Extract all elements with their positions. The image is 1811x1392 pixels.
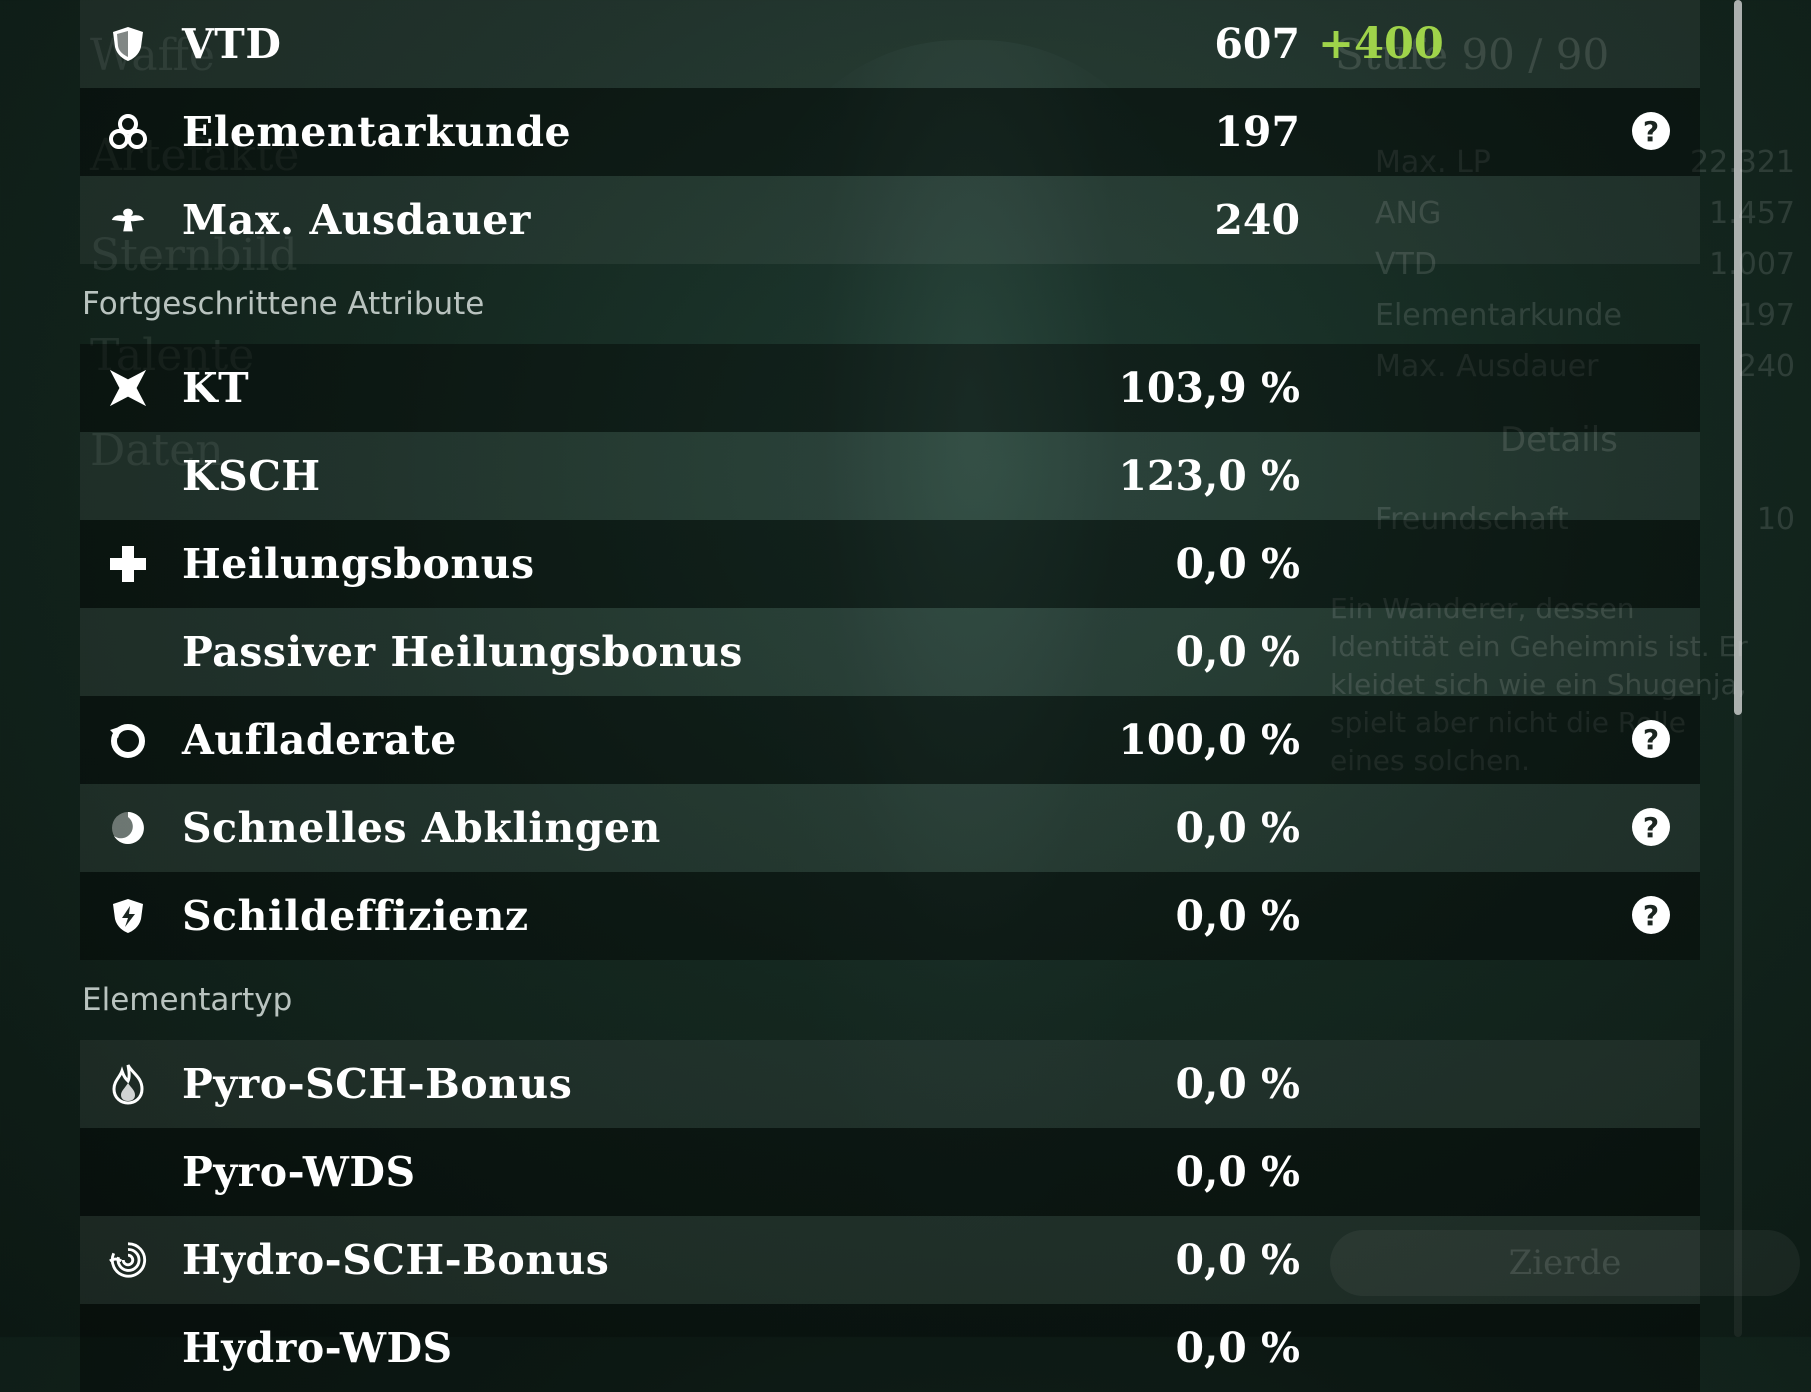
stat-label: Pyro-SCH-Bonus: [182, 1060, 573, 1108]
help-icon[interactable]: ?: [1632, 896, 1670, 934]
stat-label: VTD: [182, 20, 282, 68]
bg-friendship-value: 10: [1756, 502, 1795, 537]
stat-value: 0,0 %: [1175, 804, 1300, 852]
stat-row-def: VTD 607 +400: [80, 0, 1700, 88]
scrollbar[interactable]: [1734, 0, 1742, 1337]
stat-row-hydro-res: Hydro-WDS 0,0 %: [80, 1304, 1700, 1392]
stat-label: Schildeffizienz: [182, 892, 529, 940]
stat-value: 240: [1214, 196, 1300, 244]
stat-value: 0,0 %: [1175, 628, 1300, 676]
stat-row-pyro-dmg: Pyro-SCH-Bonus 0,0 %: [80, 1040, 1700, 1128]
stat-value: 0,0 %: [1175, 1324, 1300, 1372]
bg-stat-value: 1.457: [1709, 196, 1795, 231]
scrollbar-thumb[interactable]: [1734, 0, 1742, 715]
stat-row-crit-rate: KT 103,9 %: [80, 344, 1700, 432]
bg-stat-value: 240: [1737, 349, 1795, 384]
stat-row-healing-bonus: Heilungsbonus 0,0 %: [80, 520, 1700, 608]
bg-stat-value: 1.007: [1709, 247, 1795, 282]
stat-row-pyro-res: Pyro-WDS 0,0 %: [80, 1128, 1700, 1216]
stat-row-energy-recharge: Aufladerate 100,0 % ?: [80, 696, 1700, 784]
hydro-icon: [108, 1240, 148, 1280]
help-icon[interactable]: ?: [1632, 808, 1670, 846]
stat-row-cooldown: Schnelles Abklingen 0,0 % ?: [80, 784, 1700, 872]
stat-bonus: +400: [1318, 19, 1444, 69]
help-icon[interactable]: ?: [1632, 112, 1670, 150]
stat-label: KSCH: [182, 452, 321, 500]
stat-row-elemental-mastery: Elementarkunde 197 ?: [80, 88, 1700, 176]
stat-label: Heilungsbonus: [182, 540, 535, 588]
stat-value: 100,0 %: [1118, 716, 1300, 764]
stat-label: Elementarkunde: [182, 108, 572, 156]
elemental-mastery-icon: [108, 112, 148, 152]
stat-row-shield-strength: Schildeffizienz 0,0 % ?: [80, 872, 1700, 960]
stamina-icon: [108, 200, 148, 240]
help-icon[interactable]: ?: [1632, 720, 1670, 758]
healing-cross-icon: [108, 544, 148, 584]
stat-value: 607: [1214, 20, 1300, 68]
stat-label: Pyro-WDS: [182, 1148, 416, 1196]
stat-value: 0,0 %: [1175, 1060, 1300, 1108]
stat-row-incoming-healing: Passiver Heilungsbonus 0,0 %: [80, 608, 1700, 696]
bg-stat-value: 22.321: [1690, 145, 1795, 180]
stat-value: 0,0 %: [1175, 1236, 1300, 1284]
cooldown-icon: [108, 808, 148, 848]
attribute-list: VTD 607 +400 Elementarkunde 197 ? Max. A…: [80, 0, 1700, 1392]
shield-strength-icon: [108, 896, 148, 936]
shield-icon: [108, 24, 148, 64]
stat-label: Aufladerate: [182, 716, 457, 764]
stat-row-hydro-dmg: Hydro-SCH-Bonus 0,0 %: [80, 1216, 1700, 1304]
stat-value: 197: [1214, 108, 1300, 156]
stat-label: Schnelles Abklingen: [182, 804, 661, 852]
crit-icon: [108, 368, 148, 408]
pyro-icon: [108, 1064, 148, 1105]
stat-label: Hydro-SCH-Bonus: [182, 1236, 610, 1284]
stat-label: Passiver Heilungsbonus: [182, 628, 743, 676]
stat-label: Hydro-WDS: [182, 1324, 453, 1372]
stat-label: KT: [182, 364, 250, 412]
stat-value: 123,0 %: [1118, 452, 1300, 500]
stat-row-crit-damage: KSCH 123,0 %: [80, 432, 1700, 520]
section-title-advanced: Fortgeschrittene Attribute: [82, 286, 485, 322]
stat-value: 0,0 %: [1175, 540, 1300, 588]
stat-value: 0,0 %: [1175, 892, 1300, 940]
stat-row-stamina: Max. Ausdauer 240: [80, 176, 1700, 264]
bg-stat-value: 197: [1737, 298, 1795, 333]
section-title-element: Elementartyp: [82, 982, 293, 1018]
stat-value: 0,0 %: [1175, 1148, 1300, 1196]
stat-label: Max. Ausdauer: [182, 196, 531, 244]
energy-recharge-icon: [108, 720, 148, 760]
stat-value: 103,9 %: [1118, 364, 1300, 412]
